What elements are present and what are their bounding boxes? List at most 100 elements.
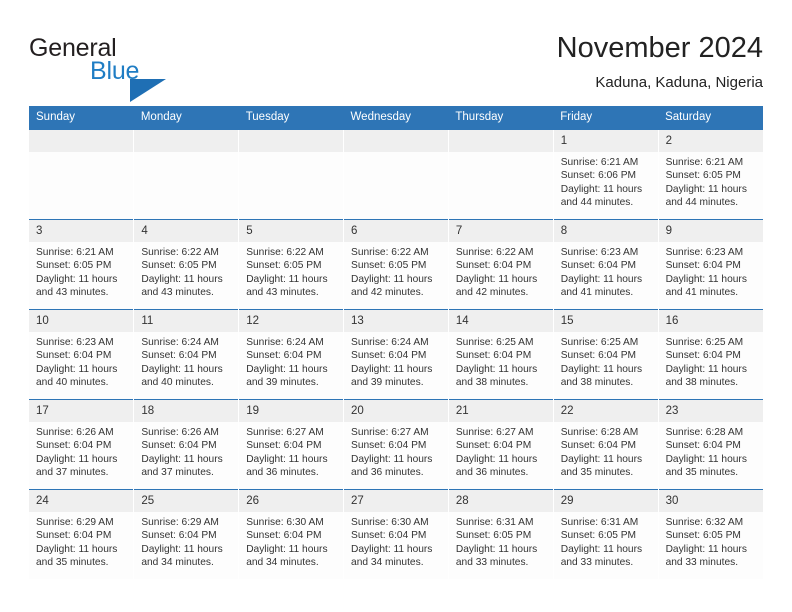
day-number: 28 <box>448 490 553 512</box>
calendar-day-cell[interactable]: 14 Sunrise: 6:25 AM Sunset: 6:04 PM Dayligh… <box>447 309 554 400</box>
day-details: Sunrise: 6:22 AM Sunset: 6:05 PM Daylight:… <box>134 242 238 300</box>
calendar-day-cell[interactable]: 18 Sunrise: 6:26 AM Sunset: 6:04 PM Dayligh… <box>133 399 239 490</box>
title-block: November 2024 Kaduna, Kaduna, Nigeria <box>557 30 763 94</box>
daylight-text: Daylight: 11 hours and 43 minutes. <box>36 273 118 299</box>
calendar-week-row: 10 Sunrise: 6:23 AM Sunset: 6:04 PM Dayligh… <box>29 309 763 400</box>
calendar-day-cell[interactable]: 26 Sunrise: 6:30 AM Sunset: 6:04 PM Dayligh… <box>238 489 344 579</box>
day-details: Sunrise: 6:30 AM Sunset: 6:04 PM Daylight:… <box>344 512 448 570</box>
daylight-text: Daylight: 11 hours and 39 minutes. <box>246 363 328 389</box>
day-details: Sunrise: 6:26 AM Sunset: 6:04 PM Daylight:… <box>134 422 238 480</box>
calendar-day-cell[interactable]: 5 Sunrise: 6:22 AM Sunset: 6:05 PM Daylight… <box>238 219 344 310</box>
sunset-text: Sunset: 6:05 PM <box>141 260 217 272</box>
sunrise-text: Sunrise: 6:24 AM <box>246 337 324 348</box>
calendar-day-cell[interactable]: 16 Sunrise: 6:25 AM Sunset: 6:04 PM Dayligh… <box>657 309 763 400</box>
daylight-text: Daylight: 11 hours and 33 minutes. <box>455 543 538 569</box>
daylight-text: Daylight: 11 hours and 38 minutes. <box>560 363 643 389</box>
calendar-day-cell[interactable]: 23 Sunrise: 6:28 AM Sunset: 6:04 PM Dayligh… <box>657 399 763 490</box>
sunset-text: Sunset: 6:06 PM <box>560 170 637 182</box>
calendar-week-row: 17 Sunrise: 6:26 AM Sunset: 6:04 PM Dayligh… <box>29 399 763 490</box>
sunset-text: Sunset: 6:05 PM <box>560 530 637 542</box>
day-number: 9 <box>658 220 763 242</box>
calendar-day-cell[interactable]: 10 Sunrise: 6:23 AM Sunset: 6:04 PM Dayligh… <box>29 309 134 400</box>
calendar-day-cell-empty <box>238 129 344 220</box>
calendar-day-cell[interactable]: 6 Sunrise: 6:22 AM Sunset: 6:05 PM Daylight… <box>343 219 449 310</box>
day-number: 8 <box>553 220 658 242</box>
weekday-header-wednesday: Wednesday <box>343 106 449 130</box>
calendar-day-cell[interactable]: 27 Sunrise: 6:30 AM Sunset: 6:04 PM Dayligh… <box>343 489 449 579</box>
sunrise-text: Sunrise: 6:22 AM <box>351 247 429 258</box>
calendar-day-cell[interactable]: 29 Sunrise: 6:31 AM Sunset: 6:05 PM Dayligh… <box>552 489 659 579</box>
day-details: Sunrise: 6:21 AM Sunset: 6:06 PM Daylight:… <box>554 152 658 210</box>
sunrise-text: Sunrise: 6:26 AM <box>141 427 219 438</box>
calendar-day-cell[interactable]: 22 Sunrise: 6:28 AM Sunset: 6:04 PM Dayligh… <box>552 399 659 490</box>
sunset-text: Sunset: 6:04 PM <box>665 350 741 362</box>
calendar-day-cell[interactable]: 8 Sunrise: 6:23 AM Sunset: 6:04 PM Daylight… <box>552 219 659 310</box>
day-number: 20 <box>344 400 448 422</box>
calendar-day-cell[interactable]: 2 Sunrise: 6:21 AM Sunset: 6:05 PM Daylight… <box>657 129 763 220</box>
sunset-text: Sunset: 6:04 PM <box>246 530 322 542</box>
calendar-day-cell[interactable]: 13 Sunrise: 6:24 AM Sunset: 6:04 PM Dayligh… <box>343 309 449 400</box>
calendar-day-cell[interactable]: 28 Sunrise: 6:31 AM Sunset: 6:05 PM Dayligh… <box>447 489 554 579</box>
weekday-header-tuesday: Tuesday <box>238 106 344 130</box>
day-details: Sunrise: 6:21 AM Sunset: 6:05 PM Daylight:… <box>659 152 763 210</box>
general-blue-logo[interactable]: General Blue <box>29 34 229 102</box>
daylight-text: Daylight: 11 hours and 43 minutes. <box>246 273 328 299</box>
daylight-text: Daylight: 11 hours and 39 minutes. <box>351 363 433 389</box>
calendar-week-row: 3 Sunrise: 6:21 AM Sunset: 6:05 PM Daylight… <box>29 219 763 310</box>
sunset-text: Sunset: 6:05 PM <box>665 530 741 542</box>
calendar-day-cell[interactable]: 1 Sunrise: 6:21 AM Sunset: 6:06 PM Daylight… <box>552 129 659 220</box>
sunrise-text: Sunrise: 6:24 AM <box>351 337 429 348</box>
daylight-text: Daylight: 11 hours and 41 minutes. <box>665 273 747 299</box>
day-number: 14 <box>448 310 553 332</box>
day-details: Sunrise: 6:29 AM Sunset: 6:04 PM Daylight:… <box>134 512 238 570</box>
calendar-page: General Blue November 2024 Kaduna, Kadun… <box>0 0 792 612</box>
day-number: 23 <box>658 400 763 422</box>
daylight-text: Daylight: 11 hours and 35 minutes. <box>560 453 643 479</box>
daylight-text: Daylight: 11 hours and 34 minutes. <box>246 543 328 569</box>
sunrise-text: Sunrise: 6:22 AM <box>246 247 324 258</box>
calendar-grid: Sunday Monday Tuesday Wednesday Thursday… <box>29 106 763 579</box>
day-number: 3 <box>29 220 134 242</box>
calendar-day-cell[interactable]: 19 Sunrise: 6:27 AM Sunset: 6:04 PM Dayligh… <box>238 399 344 490</box>
calendar-day-cell[interactable]: 12 Sunrise: 6:24 AM Sunset: 6:04 PM Dayligh… <box>238 309 344 400</box>
sunset-text: Sunset: 6:05 PM <box>351 260 427 272</box>
weekday-header-thursday: Thursday <box>448 106 554 130</box>
calendar-day-cell[interactable]: 21 Sunrise: 6:27 AM Sunset: 6:04 PM Dayligh… <box>447 399 554 490</box>
page-header: General Blue November 2024 Kaduna, Kadun… <box>29 30 763 102</box>
sunset-text: Sunset: 6:04 PM <box>560 350 637 362</box>
sunrise-text: Sunrise: 6:22 AM <box>455 247 534 258</box>
day-number <box>448 130 553 152</box>
daylight-text: Daylight: 11 hours and 33 minutes. <box>560 543 643 569</box>
weekday-header-sunday: Sunday <box>29 106 134 130</box>
daylight-text: Daylight: 11 hours and 41 minutes. <box>560 273 643 299</box>
sunrise-text: Sunrise: 6:27 AM <box>246 427 324 438</box>
weekday-header-monday: Monday <box>133 106 239 130</box>
day-number: 2 <box>658 130 763 152</box>
calendar-day-cell[interactable]: 3 Sunrise: 6:21 AM Sunset: 6:05 PM Daylight… <box>29 219 134 310</box>
weekday-header-row: Sunday Monday Tuesday Wednesday Thursday… <box>29 106 763 130</box>
sunset-text: Sunset: 6:05 PM <box>455 530 532 542</box>
calendar-day-cell[interactable]: 11 Sunrise: 6:24 AM Sunset: 6:04 PM Dayligh… <box>133 309 239 400</box>
calendar-day-cell[interactable]: 17 Sunrise: 6:26 AM Sunset: 6:04 PM Dayligh… <box>29 399 134 490</box>
calendar-day-cell[interactable]: 4 Sunrise: 6:22 AM Sunset: 6:05 PM Daylight… <box>133 219 239 310</box>
calendar-day-cell[interactable]: 25 Sunrise: 6:29 AM Sunset: 6:04 PM Dayligh… <box>133 489 239 579</box>
calendar-day-cell[interactable]: 15 Sunrise: 6:25 AM Sunset: 6:04 PM Dayligh… <box>552 309 659 400</box>
sunset-text: Sunset: 6:04 PM <box>246 440 322 452</box>
calendar-day-cell[interactable]: 9 Sunrise: 6:23 AM Sunset: 6:04 PM Daylight… <box>657 219 763 310</box>
sunrise-text: Sunrise: 6:31 AM <box>455 517 534 528</box>
calendar-day-cell[interactable]: 24 Sunrise: 6:29 AM Sunset: 6:04 PM Dayligh… <box>29 489 134 579</box>
sunset-text: Sunset: 6:04 PM <box>351 440 427 452</box>
calendar-day-cell[interactable]: 7 Sunrise: 6:22 AM Sunset: 6:04 PM Daylight… <box>447 219 554 310</box>
sunset-text: Sunset: 6:04 PM <box>351 530 427 542</box>
sunrise-text: Sunrise: 6:23 AM <box>560 247 639 258</box>
daylight-text: Daylight: 11 hours and 44 minutes. <box>560 183 643 209</box>
daylight-text: Daylight: 11 hours and 35 minutes. <box>36 543 118 569</box>
calendar-day-cell-empty <box>343 129 449 220</box>
day-details: Sunrise: 6:25 AM Sunset: 6:04 PM Daylight:… <box>554 332 658 390</box>
calendar-day-cell[interactable]: 20 Sunrise: 6:27 AM Sunset: 6:04 PM Dayligh… <box>343 399 449 490</box>
calendar-day-cell[interactable]: 30 Sunrise: 6:32 AM Sunset: 6:05 PM Dayligh… <box>657 489 763 579</box>
daylight-text: Daylight: 11 hours and 40 minutes. <box>141 363 223 389</box>
weekday-header-friday: Friday <box>553 106 659 130</box>
sunset-text: Sunset: 6:04 PM <box>141 530 217 542</box>
calendar-day-cell-empty <box>29 129 134 220</box>
